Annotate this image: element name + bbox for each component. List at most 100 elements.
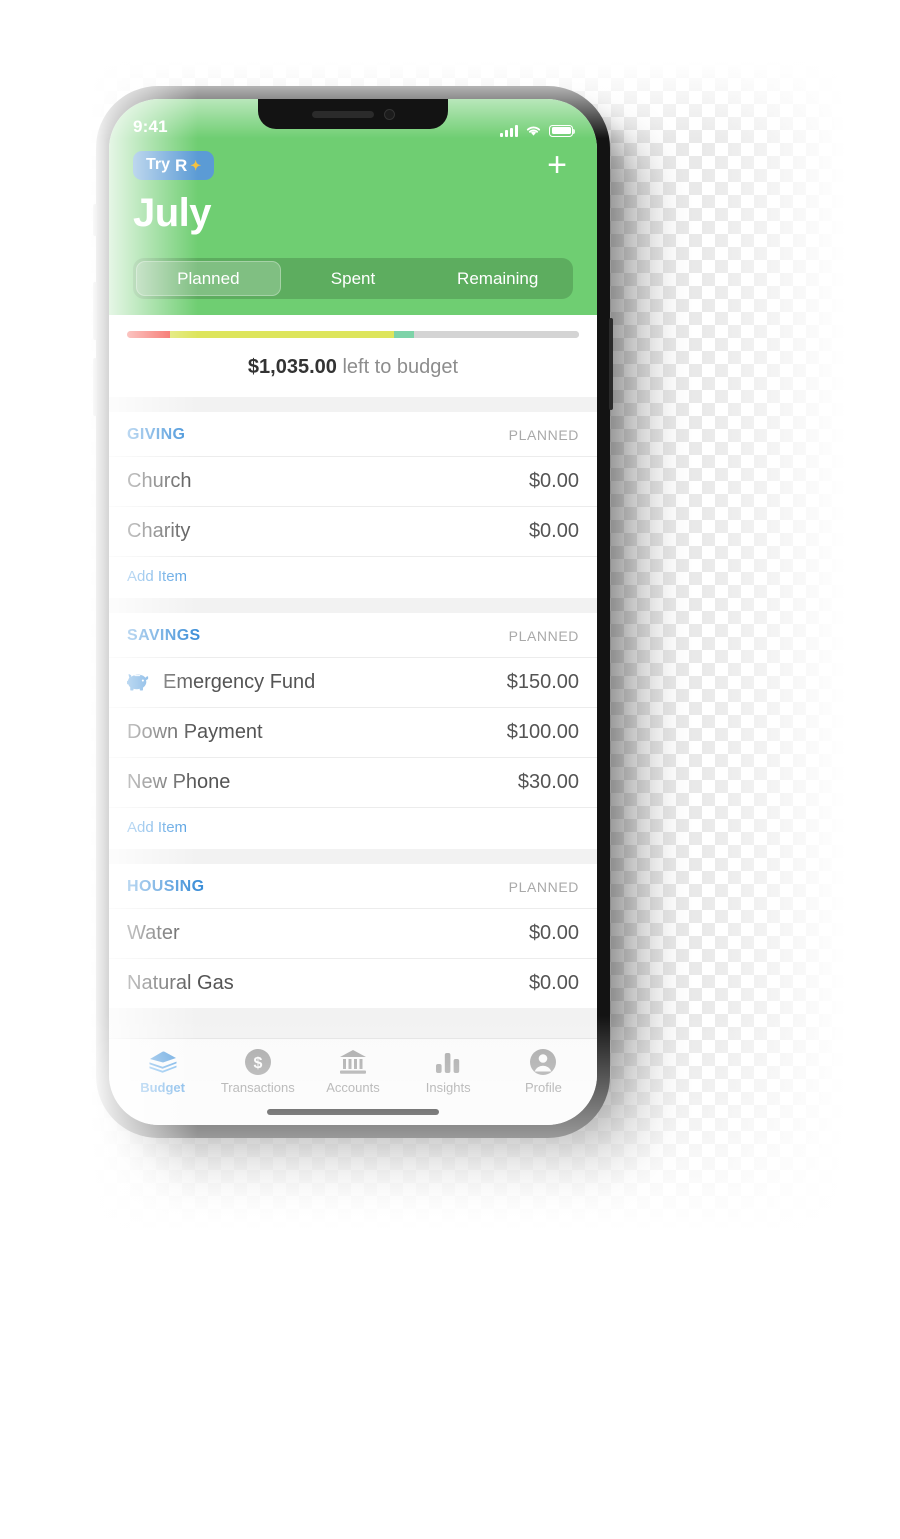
- sparkle-icon: ✦: [190, 157, 202, 173]
- add-item-link[interactable]: Add Item: [109, 807, 597, 849]
- section-column-label: PLANNED: [508, 427, 579, 443]
- add-item-link[interactable]: Add Item: [109, 556, 597, 598]
- tab-label: Insights: [425, 1080, 471, 1095]
- budget-item-label-group: Natural Gas: [127, 972, 234, 995]
- try-premium-badge[interactable]: Try R ✦: [133, 150, 215, 180]
- progress-segment-3: [414, 331, 579, 338]
- budget-item-amount: $30.00: [517, 771, 579, 793]
- section-title: GIVING: [127, 426, 186, 443]
- section-title: HOUSING: [127, 878, 205, 895]
- section-header: SAVINGS PLANNED: [109, 613, 597, 657]
- status-bar-indicators: [500, 124, 576, 137]
- progress-segment-1: [169, 331, 394, 338]
- budget-item-label-group: Emergency Fund: [127, 671, 315, 694]
- volume-up-button[interactable]: [93, 282, 97, 340]
- segment-remaining[interactable]: Remaining: [425, 261, 570, 296]
- header-nav-row: Try R ✦ +: [121, 139, 585, 191]
- power-button[interactable]: [609, 318, 613, 410]
- budget-item-name: Emergency Fund: [163, 671, 316, 693]
- svg-text:$: $: [253, 1055, 262, 1072]
- left-to-budget-caption: left to budget: [336, 356, 459, 378]
- phone-screen: 9:41 Try R ✦ + July Planned Spent Remain…: [109, 99, 597, 1125]
- bottom-tab-bar[interactable]: Budget $ Transactions Accounts Insights Profi…: [109, 1038, 597, 1099]
- budget-item-name: New Phone: [127, 771, 231, 793]
- section-title: SAVINGS: [127, 627, 201, 644]
- budget-item-name: Charity: [127, 520, 191, 542]
- budget-item-amount: $0.00: [528, 520, 579, 542]
- segment-planned[interactable]: Planned: [136, 261, 281, 296]
- money-stack-icon: [148, 1048, 178, 1076]
- budget-section-housing: HOUSING PLANNED Water $0.00 Natural Gas $0.00: [109, 864, 597, 1008]
- budget-item-row[interactable]: Down Payment $100.00: [109, 707, 597, 757]
- app-header: 9:41 Try R ✦ + July Planned Spent Remain…: [109, 99, 597, 315]
- home-indicator[interactable]: [267, 1109, 439, 1115]
- screenshot-stage: 9:41 Try R ✦ + July Planned Spent Remain…: [0, 0, 900, 1539]
- tab-label: Budget: [140, 1080, 185, 1095]
- tab-profile[interactable]: Profile: [496, 1048, 591, 1095]
- section-gap: [109, 397, 597, 412]
- budget-item-row[interactable]: Charity $0.00: [109, 506, 597, 556]
- section-gap: [109, 849, 597, 864]
- budget-item-row[interactable]: Water $0.00: [109, 908, 597, 958]
- section-column-label: PLANNED: [508, 879, 579, 895]
- earpiece-speaker-icon: [311, 110, 374, 118]
- section-column-label: PLANNED: [508, 628, 579, 644]
- dollar-circle-icon: $: [244, 1048, 272, 1076]
- section-gap: [109, 598, 597, 613]
- segment-spent[interactable]: Spent: [281, 261, 426, 296]
- section-header: GIVING PLANNED: [109, 412, 597, 456]
- try-badge-label: Try: [146, 156, 171, 173]
- budget-item-name: Natural Gas: [127, 972, 234, 994]
- cellular-signal-icon: [500, 124, 518, 137]
- segmented-control-wrapper: Planned Spent Remaining: [121, 240, 585, 315]
- budget-item-amount: $0.00: [528, 470, 579, 492]
- section-header: HOUSING PLANNED: [109, 864, 597, 908]
- status-bar-time: 9:41: [133, 117, 168, 136]
- budget-item-label-group: Water: [127, 922, 180, 945]
- person-circle-icon: [529, 1048, 557, 1076]
- budget-item-name: Down Payment: [127, 721, 263, 743]
- budget-item-name: Church: [127, 470, 192, 492]
- budget-item-label-group: New Phone: [127, 771, 230, 794]
- home-indicator-area: [109, 1099, 597, 1125]
- budget-section-giving: GIVING PLANNED Church $0.00 Charity $0.00 Add …: [109, 412, 597, 598]
- device-notch: [258, 99, 448, 129]
- tab-label: Profile: [524, 1080, 562, 1095]
- budget-view-segmented-control[interactable]: Planned Spent Remaining: [133, 258, 573, 299]
- piggy-bank-icon: [127, 674, 149, 691]
- tab-insights[interactable]: Insights: [401, 1048, 496, 1095]
- battery-icon: [549, 124, 576, 137]
- left-to-budget-line: $1,035.00 left to budget: [127, 356, 579, 379]
- budget-summary: $1,035.00 left to budget: [109, 315, 597, 397]
- budget-item-amount: $150.00: [506, 671, 579, 693]
- left-to-budget-amount: $1,035.00: [247, 356, 337, 378]
- ramsey-brand-icon: R: [175, 155, 188, 175]
- budget-item-label-group: Church: [127, 470, 191, 493]
- budget-item-row[interactable]: Emergency Fund $150.00: [109, 657, 597, 707]
- page-title: July: [133, 191, 212, 235]
- budget-item-label-group: Down Payment: [127, 721, 263, 744]
- budget-progress-bar: [127, 331, 579, 338]
- mute-switch-button[interactable]: [93, 204, 97, 236]
- tab-label: Accounts: [326, 1080, 380, 1095]
- progress-segment-2: [393, 331, 414, 338]
- budget-item-label-group: Charity: [127, 520, 190, 543]
- tab-transactions[interactable]: $ Transactions: [210, 1048, 305, 1095]
- tab-accounts[interactable]: Accounts: [305, 1048, 400, 1095]
- tab-label: Transactions: [220, 1080, 295, 1095]
- progress-segment-0: [127, 331, 170, 338]
- volume-down-button[interactable]: [93, 358, 97, 416]
- budget-item-amount: $0.00: [528, 972, 579, 994]
- budget-item-row[interactable]: Church $0.00: [109, 456, 597, 506]
- bar-chart-icon: [435, 1048, 461, 1076]
- budget-item-row[interactable]: Natural Gas $0.00: [109, 958, 597, 1008]
- budget-section-savings: SAVINGS PLANNED Emergency Fund $150.00 Down …: [109, 613, 597, 849]
- plus-icon[interactable]: +: [541, 148, 573, 182]
- front-camera-icon: [383, 108, 395, 120]
- budget-item-amount: $0.00: [528, 922, 579, 944]
- budget-item-row[interactable]: New Phone $30.00: [109, 757, 597, 807]
- budget-category-list[interactable]: GIVING PLANNED Church $0.00 Charity $0.00 Add …: [109, 397, 597, 1038]
- wifi-icon: [526, 126, 541, 136]
- bank-icon: [339, 1048, 367, 1076]
- tab-budget[interactable]: Budget: [115, 1048, 210, 1095]
